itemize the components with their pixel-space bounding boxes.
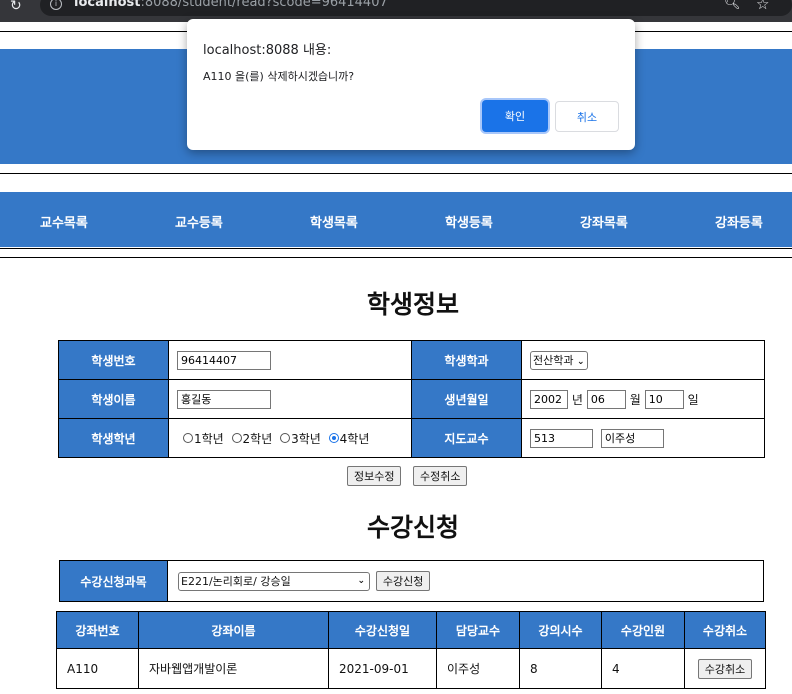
birth-day-unit: 일 bbox=[687, 392, 699, 407]
label-grade: 학생학년 bbox=[58, 418, 169, 458]
zoom-icon[interactable]: 🔍︎ bbox=[724, 0, 741, 11]
enrolled-courses-table: 강좌번호 강좌이름 수강신청일 담당교수 강의시수 수강인원 수강취소 A110… bbox=[56, 611, 766, 689]
col-professor: 담당교수 bbox=[436, 611, 520, 649]
col-count: 수강인원 bbox=[601, 611, 685, 649]
col-course-code: 강좌번호 bbox=[56, 611, 139, 649]
label-birthdate: 생년월일 bbox=[411, 379, 522, 419]
birth-month-unit: 월 bbox=[629, 392, 641, 407]
cell-course-name: 자바웹앱개발이론 bbox=[138, 648, 329, 689]
cancel-enroll-button[interactable]: 수강취소 bbox=[697, 658, 753, 679]
enroll-title: 수강신청 bbox=[366, 513, 459, 542]
nav-professor-register[interactable]: 교수등록 bbox=[175, 212, 223, 231]
divider bbox=[0, 257, 792, 258]
nav-professor-list[interactable]: 교수목록 bbox=[40, 212, 88, 231]
cell-enroll-date: 2021-09-01 bbox=[328, 648, 437, 689]
col-cancel: 수강취소 bbox=[684, 611, 766, 649]
label-department: 학생학과 bbox=[411, 340, 522, 380]
label-student-name: 학생이름 bbox=[58, 379, 169, 419]
chevron-down-icon: ⌄ bbox=[576, 356, 585, 367]
update-info-button[interactable]: 정보수정 bbox=[347, 466, 402, 486]
birth-month-field[interactable] bbox=[586, 389, 626, 409]
cell-professor: 이주성 bbox=[436, 648, 520, 689]
enroll-table: 수강신청과목 E221/논리회로/ 강승일 ⌄ 수강신청 bbox=[59, 560, 764, 602]
student-info-table: 학생번호 학생학과 전산학과 ⌄ 학생이름 생년월일 년 월 일 학생학년 1학… bbox=[58, 340, 765, 458]
nav-bar bbox=[0, 192, 792, 247]
divider bbox=[0, 173, 792, 174]
grade-radio-1[interactable] bbox=[183, 433, 193, 443]
label-enroll-course: 수강신청과목 bbox=[59, 560, 168, 602]
nav-course-list[interactable]: 강좌목록 bbox=[580, 212, 628, 231]
divider bbox=[0, 248, 792, 249]
cell-hours: 8 bbox=[519, 648, 602, 689]
birth-year-field[interactable] bbox=[530, 389, 568, 409]
birth-day-field[interactable] bbox=[644, 389, 684, 409]
col-hours: 강의시수 bbox=[519, 611, 602, 649]
advisor-name-field[interactable] bbox=[600, 428, 664, 448]
grade-radio-4[interactable] bbox=[328, 433, 339, 443]
cell-count: 4 bbox=[601, 648, 685, 689]
dialog-title: localhost:8088 내용: bbox=[203, 43, 332, 58]
chevron-down-icon: ⌄ bbox=[357, 576, 365, 586]
student-name-field[interactable] bbox=[177, 389, 271, 409]
nav-student-list[interactable]: 학생목록 bbox=[310, 212, 358, 231]
advisor-code-field[interactable] bbox=[530, 428, 593, 448]
table-row: A110 자바웹앱개발이론 2021-09-01 이주성 8 4 수강취소 bbox=[56, 648, 766, 689]
grade-radio-2[interactable] bbox=[231, 433, 242, 443]
confirm-dialog: localhost:8088 내용: A110 을(를) 삭제하시겠습니까? 확… bbox=[187, 19, 635, 150]
label-advisor: 지도교수 bbox=[411, 418, 522, 458]
student-info-title: 학생정보 bbox=[366, 290, 459, 319]
reload-icon[interactable]: ↻ bbox=[10, 0, 26, 14]
student-id-field[interactable] bbox=[177, 350, 271, 370]
dialog-ok-button[interactable]: 확인 bbox=[482, 100, 548, 132]
grade-radio-3[interactable] bbox=[280, 433, 291, 443]
enroll-button[interactable]: 수강신청 bbox=[375, 571, 431, 591]
grade-label-3: 3학년 bbox=[291, 431, 321, 446]
grade-label-4: 4학년 bbox=[339, 431, 370, 446]
grade-label-1: 1학년 bbox=[194, 431, 224, 446]
nav-student-register[interactable]: 학생등록 bbox=[445, 212, 493, 231]
grade-label-2: 2학년 bbox=[242, 431, 273, 446]
label-student-id: 학생번호 bbox=[58, 340, 169, 380]
course-select[interactable]: E221/논리회로/ 강승일 ⌄ bbox=[178, 572, 370, 591]
bookmark-star-icon[interactable]: ☆ bbox=[756, 0, 769, 13]
birth-year-unit: 년 bbox=[571, 392, 583, 407]
cell-course-code: A110 bbox=[56, 648, 139, 689]
dialog-cancel-button[interactable]: 취소 bbox=[555, 101, 619, 132]
col-enroll-date: 수강신청일 bbox=[328, 611, 437, 649]
url-text[interactable]: localhost:8088/student/read?scode=964144… bbox=[74, 0, 388, 12]
col-course-name: 강좌이름 bbox=[138, 611, 329, 649]
cancel-update-button[interactable]: 수정취소 bbox=[413, 466, 468, 486]
dialog-message: A110 을(를) 삭제하시겠습니까? bbox=[203, 70, 355, 83]
nav-course-register[interactable]: 강좌등록 bbox=[715, 212, 763, 231]
department-select[interactable]: 전산학과 ⌄ bbox=[530, 350, 588, 370]
